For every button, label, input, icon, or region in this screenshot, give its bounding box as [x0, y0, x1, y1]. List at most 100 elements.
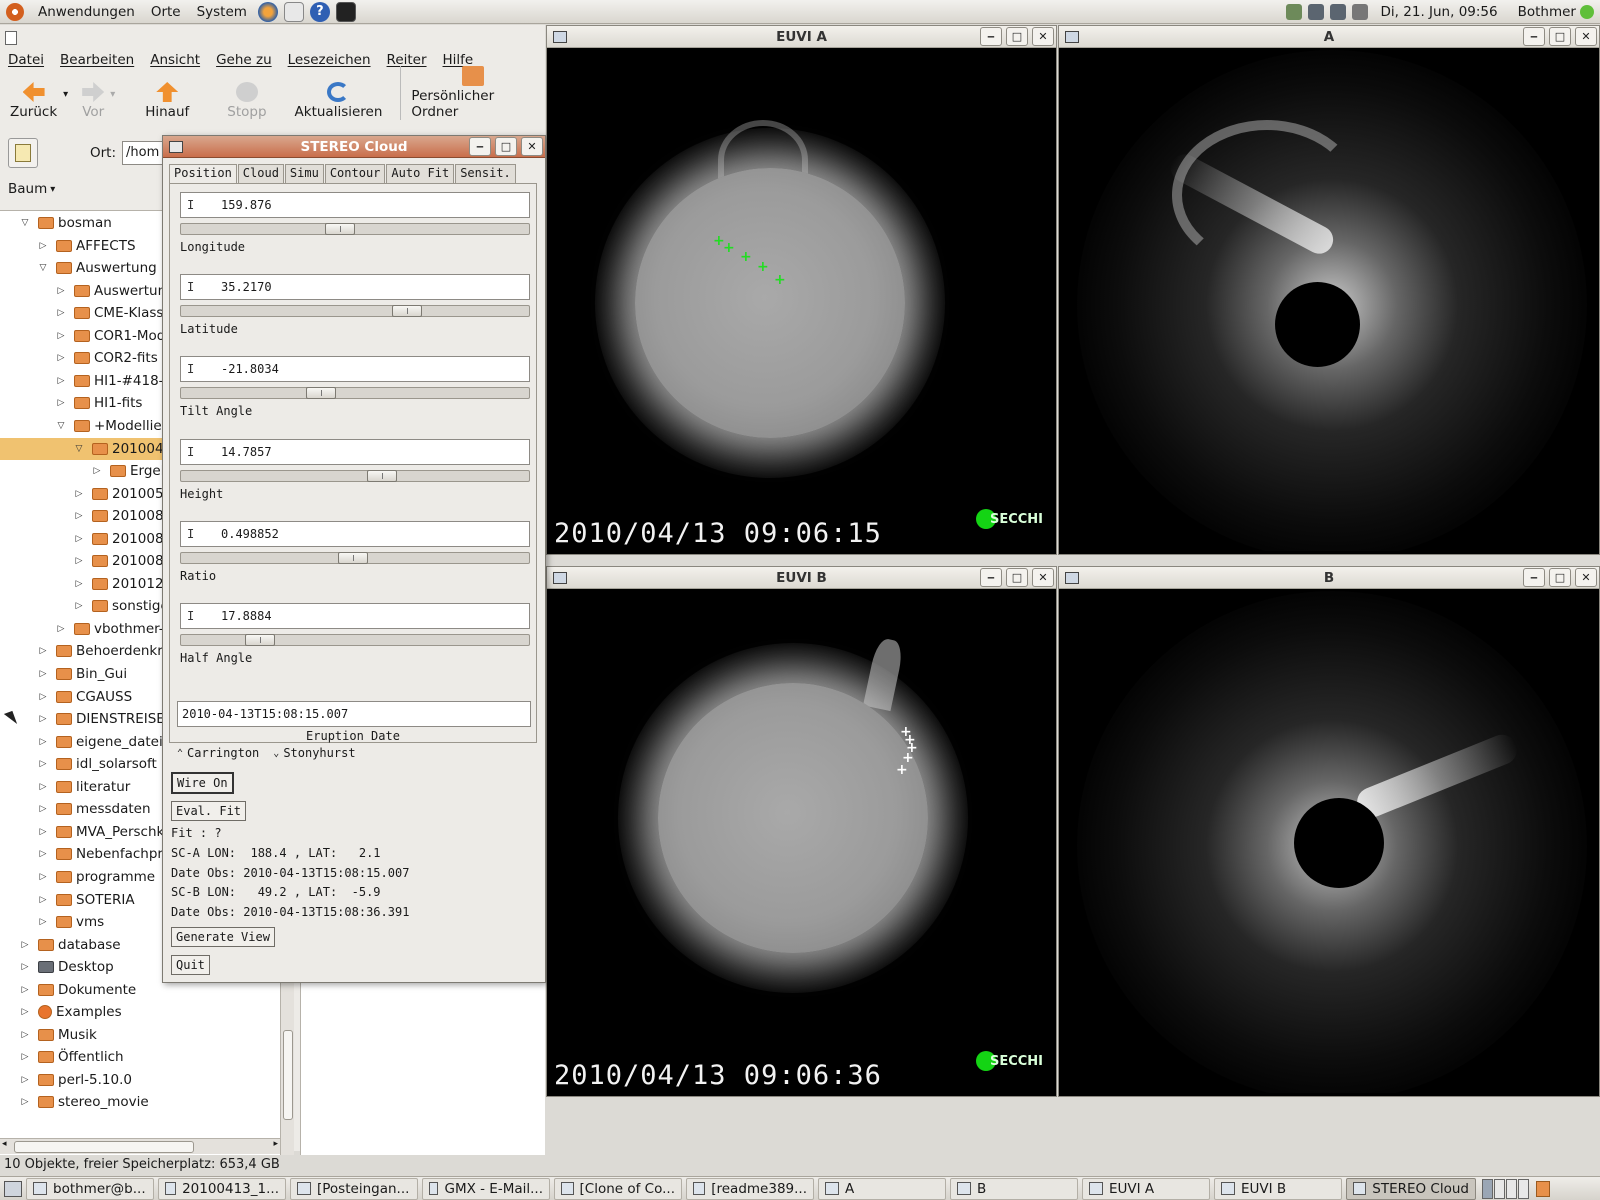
window-titlebar[interactable]: B ‒ □ ✕ [1059, 567, 1599, 589]
scroll-left-icon[interactable]: ◂ [2, 1139, 7, 1149]
window-menu-icon[interactable] [553, 31, 567, 43]
menu-places[interactable]: Orte [143, 0, 189, 24]
expander-closed-icon[interactable]: ▷ [36, 827, 50, 837]
status-online-icon[interactable] [1580, 5, 1594, 19]
display-icon[interactable] [1307, 4, 1324, 20]
tab-contour[interactable]: Contour [324, 164, 386, 183]
euvi-a-image[interactable]: + + + + + SECCHI 2010/04/13 09:06:15 [550, 50, 1053, 551]
expander-closed-icon[interactable]: ▷ [36, 759, 50, 769]
maximize-button[interactable]: □ [1006, 27, 1028, 46]
close-button[interactable]: ✕ [1032, 568, 1054, 587]
location-toggle-button[interactable] [8, 138, 38, 168]
radio-carrington[interactable]: ⌃ Carrington [177, 746, 259, 760]
expander-closed-icon[interactable]: ▷ [36, 714, 50, 724]
tab-sensit[interactable]: Sensit. [455, 164, 516, 183]
expander-closed-icon[interactable]: ▷ [18, 940, 32, 950]
expander-closed-icon[interactable]: ▷ [72, 489, 86, 499]
expander-closed-icon[interactable]: ▷ [36, 737, 50, 747]
minimize-button[interactable]: ‒ [980, 568, 1002, 587]
expander-closed-icon[interactable]: ▷ [72, 556, 86, 566]
workspace-2[interactable] [1494, 1178, 1505, 1199]
maximize-button[interactable]: □ [1549, 568, 1571, 587]
taskbar-button[interactable]: 20100413_1... [158, 1177, 286, 1200]
cor-a-image[interactable] [1062, 50, 1596, 551]
expander-closed-icon[interactable]: ▷ [18, 1007, 32, 1017]
taskbar-button[interactable]: STEREO Cloud [1346, 1177, 1476, 1200]
window-titlebar[interactable]: EUVI A ‒ □ ✕ [547, 26, 1056, 48]
window-menu-icon[interactable] [169, 141, 183, 153]
expander-open-icon[interactable]: ▽ [36, 263, 50, 273]
menu-edit[interactable]: Bearbeiten [52, 52, 142, 68]
expander-closed-icon[interactable]: ▷ [36, 669, 50, 679]
param-slider[interactable] [180, 469, 530, 482]
scrollbar-thumb[interactable] [283, 1030, 293, 1120]
expander-open-icon[interactable]: ▽ [54, 421, 68, 431]
param-value-input[interactable]: I 0.498852 [180, 520, 530, 547]
slider-handle[interactable] [245, 634, 275, 646]
slider-handle[interactable] [305, 387, 336, 400]
taskbar-button[interactable]: A [818, 1177, 946, 1200]
taskbar-button[interactable]: GMX - E-Mail... [422, 1177, 550, 1200]
tab-position[interactable]: Position [169, 164, 237, 183]
menu-system[interactable]: System [189, 0, 255, 24]
taskbar-button[interactable]: [Clone of Co... [554, 1177, 682, 1200]
param-slider[interactable] [180, 305, 530, 318]
back-history-chevron-icon[interactable]: ▾ [63, 89, 68, 100]
generate-view-button[interactable]: Generate View [171, 927, 275, 947]
param-slider[interactable] [180, 551, 530, 564]
param-slider[interactable] [180, 634, 530, 646]
dialog-titlebar[interactable]: STEREO Cloud ‒ □ ✕ [163, 136, 545, 158]
tree-horizontal-scrollbar[interactable]: ◂ ▸ [0, 1138, 280, 1154]
expander-closed-icon[interactable]: ▷ [54, 353, 68, 363]
expander-closed-icon[interactable]: ▷ [54, 398, 68, 408]
expander-open-icon[interactable]: ▽ [72, 444, 86, 454]
home-button[interactable]: Persönlicher Ordner [400, 66, 545, 120]
param-slider[interactable] [180, 223, 530, 235]
param-slider[interactable] [180, 387, 530, 400]
maximize-button[interactable]: □ [1549, 27, 1571, 46]
expander-closed-icon[interactable]: ▷ [18, 1097, 32, 1107]
tab-simu[interactable]: Simu [284, 164, 324, 183]
close-button[interactable]: ✕ [1032, 27, 1054, 46]
menu-view[interactable]: Ansicht [142, 52, 208, 68]
expander-closed-icon[interactable]: ▷ [36, 872, 50, 882]
expander-closed-icon[interactable]: ▷ [54, 624, 68, 634]
workspace-switcher[interactable] [1482, 1178, 1530, 1199]
expander-closed-icon[interactable]: ▷ [54, 308, 68, 318]
expander-closed-icon[interactable]: ▷ [54, 376, 68, 386]
terminal-icon[interactable] [335, 1, 356, 22]
forward-history-chevron-icon[interactable]: ▾ [110, 89, 115, 100]
expander-closed-icon[interactable]: ▷ [18, 985, 32, 995]
firefox-icon[interactable] [257, 1, 278, 22]
window-titlebar[interactable]: EUVI B ‒ □ ✕ [547, 567, 1056, 589]
expander-closed-icon[interactable]: ▷ [36, 917, 50, 927]
reload-button[interactable]: Aktualisieren [285, 82, 393, 120]
param-value-input[interactable]: I 17.8884 [180, 603, 530, 629]
radio-stonyhurst[interactable]: ⌄ Stonyhurst [273, 746, 355, 760]
minimize-button[interactable]: ‒ [1523, 568, 1545, 587]
tree-item[interactable]: ▷ Musik [0, 1024, 280, 1046]
taskbar-button[interactable]: EUVI B [1214, 1177, 1342, 1200]
window-menu-icon[interactable] [5, 31, 17, 45]
show-desktop-icon[interactable] [4, 1180, 22, 1197]
expander-closed-icon[interactable]: ▷ [18, 1052, 32, 1062]
expander-closed-icon[interactable]: ▷ [36, 849, 50, 859]
menu-file[interactable]: Datei [0, 52, 52, 68]
maximize-button[interactable]: □ [495, 137, 517, 156]
workspace-1[interactable] [1482, 1178, 1493, 1199]
tree-item[interactable]: ▷ Examples [0, 1001, 280, 1023]
expander-closed-icon[interactable]: ▷ [18, 962, 32, 972]
param-value-input[interactable]: I 14.7857 [180, 438, 530, 465]
user-menu[interactable]: Bothmer [1508, 4, 1580, 20]
expander-closed-icon[interactable]: ▷ [72, 579, 86, 589]
param-value-input[interactable]: I -21.8034 [180, 356, 530, 383]
back-button[interactable]: Zurück [0, 82, 67, 120]
minimize-button[interactable]: ‒ [469, 137, 491, 156]
maximize-button[interactable]: □ [1006, 568, 1028, 587]
tree-item[interactable]: ▷ stereo_movie [0, 1091, 280, 1113]
minimize-button[interactable]: ‒ [1523, 27, 1545, 46]
tab-auto-fit[interactable]: Auto Fit [386, 164, 455, 183]
workspace-4[interactable] [1518, 1178, 1529, 1199]
tree-item[interactable]: ▷ Öffentlich [0, 1046, 280, 1068]
tab-cloud[interactable]: Cloud [237, 164, 284, 183]
